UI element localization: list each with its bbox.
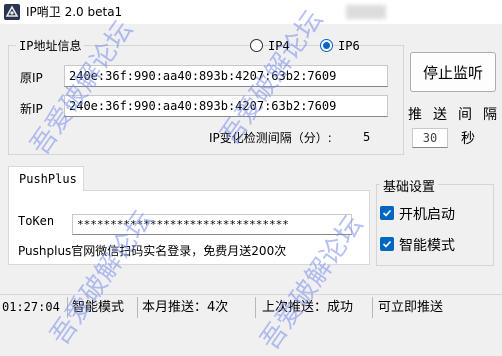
status-push-now: 可立即推送 — [378, 300, 444, 315]
status-separator — [67, 297, 68, 318]
checkmark-icon — [382, 240, 392, 248]
smart-mode-checkbox[interactable] — [380, 237, 394, 251]
ip-info-legend: IP地址信息 — [16, 37, 85, 54]
radio-ipv4[interactable]: IP4 — [250, 38, 306, 54]
smart-mode-checkbox-row[interactable]: 智能模式 — [380, 235, 490, 254]
pushplus-note: Pushplus官网微信扫码实名登录，免费月送200次 — [18, 244, 287, 258]
status-separator — [137, 297, 138, 318]
autostart-label: 开机启动 — [399, 207, 455, 223]
window-title: IP哨卫 2.0 beta1 — [26, 5, 123, 19]
new-ip-field[interactable]: 240e:36f:990:aa40:893b:4207:63b2:7609 — [64, 95, 388, 117]
old-ip-field[interactable]: 240e:36f:990:aa40:893b:4207:63b2:7609 — [64, 65, 388, 87]
interval-field[interactable]: 5 — [358, 127, 388, 147]
autostart-checkbox[interactable] — [380, 206, 394, 220]
basic-settings-legend: 基础设置 — [380, 176, 439, 195]
old-ip-label: 原IP — [20, 71, 43, 85]
radio-ipv6-circle[interactable] — [320, 39, 333, 52]
app-logo-icon — [4, 4, 20, 20]
smart-mode-label: 智能模式 — [399, 238, 455, 254]
status-last-push: 上次推送：成功 — [262, 300, 354, 315]
status-separator — [372, 297, 373, 318]
new-ip-label: 新IP — [20, 102, 43, 116]
stop-listening-button[interactable]: 停止监听 — [410, 52, 496, 92]
checkmark-icon — [382, 209, 392, 217]
radio-ipv6[interactable]: IP6 — [320, 38, 370, 54]
radio-ipv4-circle[interactable] — [250, 39, 263, 52]
token-label: ToKen — [18, 214, 55, 228]
radio-ipv4-label: IP4 — [268, 39, 290, 53]
interval-label: IP变化检测间隔（分）: — [209, 131, 332, 145]
status-monthly-push: 本月推送：4次 — [142, 300, 229, 315]
autostart-checkbox-row[interactable]: 开机启动 — [380, 204, 490, 223]
status-mode: 智能模式 — [72, 300, 125, 315]
push-interval-label: 推送间隔 — [408, 107, 502, 123]
push-interval-field[interactable]: 30 — [412, 128, 448, 148]
status-separator — [255, 297, 256, 318]
status-time: 01:27:04 — [2, 300, 60, 314]
token-field[interactable]: ******************************** — [72, 214, 352, 235]
tab-pushplus[interactable]: PushPlus — [8, 166, 84, 191]
radio-ipv6-label: IP6 — [338, 39, 360, 53]
push-interval-unit: 秒 — [461, 131, 475, 147]
blurred-region — [346, 5, 386, 19]
